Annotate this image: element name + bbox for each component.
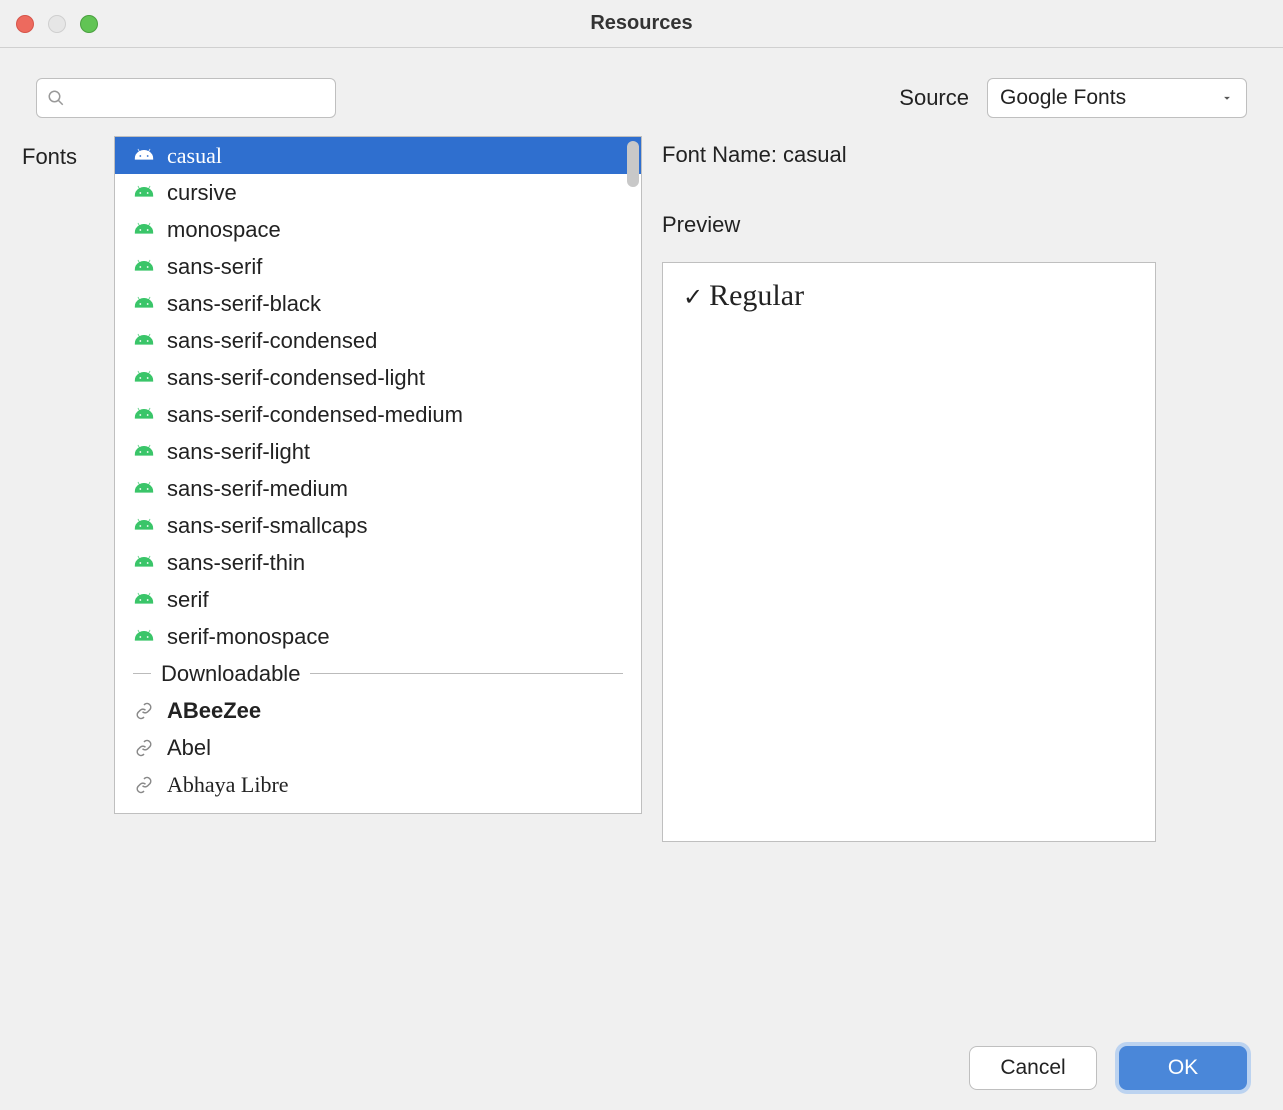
source-dropdown-value: Google Fonts: [1000, 86, 1126, 110]
font-item-label: ABeeZee: [167, 698, 261, 724]
font-item-label: serif-monospace: [167, 624, 330, 650]
scrollbar-thumb[interactable]: [627, 141, 639, 187]
font-item-abel[interactable]: Abel: [115, 729, 641, 766]
font-item-label: sans-serif-thin: [167, 550, 305, 576]
top-row: Source Google Fonts: [0, 48, 1283, 136]
font-item-sans-serif[interactable]: sans-serif: [115, 248, 641, 285]
font-item-label: sans-serif-medium: [167, 476, 348, 502]
font-item-label: cursive: [167, 180, 237, 206]
font-item-sans-serif-black[interactable]: sans-serif-black: [115, 285, 641, 322]
font-item-label: sans-serif-black: [167, 291, 321, 317]
preview-label: Preview: [662, 212, 1247, 238]
minimize-icon[interactable]: [48, 15, 66, 33]
preview-style: Regular: [709, 279, 804, 312]
font-item-label: serif: [167, 587, 209, 613]
checkmark-icon: ✓: [683, 285, 703, 311]
close-icon[interactable]: [16, 15, 34, 33]
font-item-sans-serif-condensed-light[interactable]: sans-serif-condensed-light: [115, 359, 641, 396]
font-item-label: sans-serif-condensed-medium: [167, 402, 463, 428]
source-label: Source: [899, 85, 969, 111]
font-item-label: sans-serif-smallcaps: [167, 513, 368, 539]
font-name-label: Font Name: casual: [662, 142, 1247, 168]
font-item-sans-serif-medium[interactable]: sans-serif-medium: [115, 470, 641, 507]
font-item-label: monospace: [167, 217, 281, 243]
font-item-abhaya-libre[interactable]: Abhaya Libre: [115, 766, 641, 803]
button-row: Cancel OK: [969, 1046, 1247, 1090]
maximize-icon[interactable]: [80, 15, 98, 33]
font-item-sans-serif-light[interactable]: sans-serif-light: [115, 433, 641, 470]
detail-pane: Font Name: casual Preview ✓Regular: [662, 136, 1247, 842]
font-item-serif[interactable]: serif: [115, 581, 641, 618]
font-item-abril-fatface[interactable]: Abril Fatface: [115, 803, 641, 813]
font-item-sans-serif-condensed[interactable]: sans-serif-condensed: [115, 322, 641, 359]
titlebar: Resources: [0, 0, 1283, 48]
font-item-label: sans-serif-condensed: [167, 328, 377, 354]
downloadable-section-header: Downloadable: [115, 655, 641, 692]
font-item-label: Abril Fatface: [167, 809, 292, 814]
font-item-label: sans-serif: [167, 254, 262, 280]
search-input[interactable]: [73, 88, 325, 109]
font-item-label: sans-serif-condensed-light: [167, 365, 425, 391]
font-item-sans-serif-smallcaps[interactable]: sans-serif-smallcaps: [115, 507, 641, 544]
source-dropdown[interactable]: Google Fonts: [987, 78, 1247, 118]
ok-button[interactable]: OK: [1119, 1046, 1247, 1090]
window-title: Resources: [590, 12, 692, 35]
search-icon: [47, 89, 65, 107]
cancel-button[interactable]: Cancel: [969, 1046, 1097, 1090]
window-controls: [16, 15, 98, 33]
font-item-casual[interactable]: casual: [115, 137, 641, 174]
font-item-label: sans-serif-light: [167, 439, 310, 465]
font-item-label: Abhaya Libre: [167, 772, 289, 798]
source-group: Source Google Fonts: [899, 78, 1247, 118]
preview-box: ✓Regular: [662, 262, 1156, 842]
search-input-wrapper[interactable]: [36, 78, 336, 118]
chevron-down-icon: [1220, 91, 1234, 105]
font-item-sans-serif-thin[interactable]: sans-serif-thin: [115, 544, 641, 581]
font-item-monospace[interactable]: monospace: [115, 211, 641, 248]
font-item-cursive[interactable]: cursive: [115, 174, 641, 211]
font-list[interactable]: casual cursive monospace sans-serif sans-ser…: [114, 136, 642, 814]
font-item-abeezee[interactable]: ABeeZee: [115, 692, 641, 729]
font-item-label: casual: [167, 143, 222, 169]
font-item-label: Abel: [167, 735, 211, 761]
font-item-serif-monospace[interactable]: serif-monospace: [115, 618, 641, 655]
font-item-sans-serif-condensed-medium[interactable]: sans-serif-condensed-medium: [115, 396, 641, 433]
content: Fonts casual cursive monospace sans-serif sa…: [0, 136, 1283, 842]
fonts-label: Fonts: [22, 144, 94, 170]
